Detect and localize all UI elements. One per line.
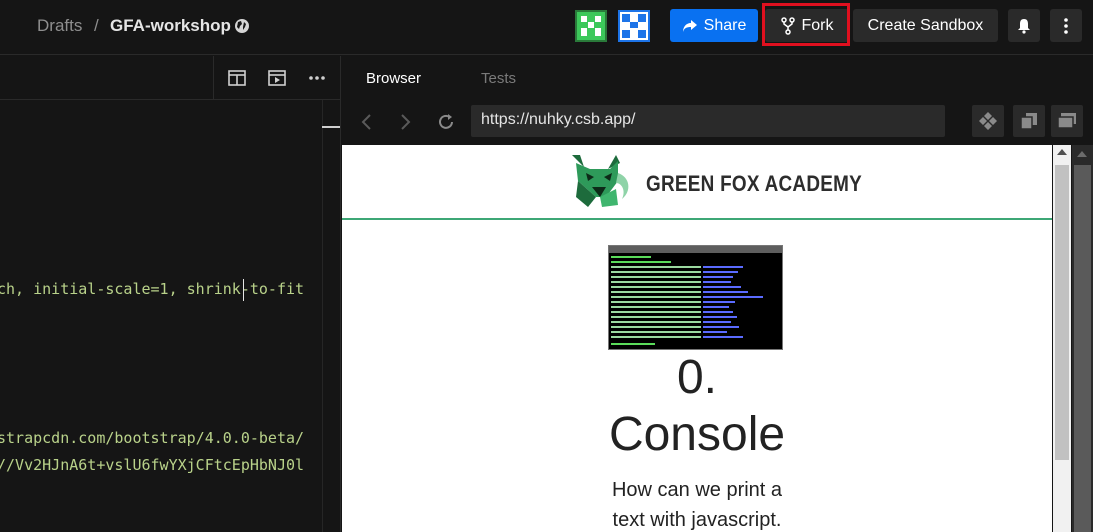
scroll-up-arrow-icon[interactable] bbox=[1077, 151, 1087, 157]
notifications-button[interactable] bbox=[1008, 9, 1040, 42]
share-button[interactable]: Share bbox=[670, 9, 758, 42]
scroll-up-arrow-icon[interactable] bbox=[1057, 149, 1067, 155]
preview-scrollbar[interactable] bbox=[1053, 145, 1071, 532]
lesson-description: How can we print a text with javascript. bbox=[597, 475, 797, 532]
code-line: //Vv2HJnA6t+vslU6fwYXjCFtcEpHbNJ0l bbox=[0, 456, 305, 474]
tab-browser[interactable]: Browser bbox=[366, 70, 421, 87]
lesson-title: Console bbox=[608, 408, 786, 461]
create-sandbox-button[interactable]: Create Sandbox bbox=[853, 9, 998, 42]
bell-icon bbox=[1018, 18, 1030, 34]
code-line: ch, initial-scale=1, shrink-to-fit bbox=[0, 280, 305, 298]
description-line-2: text with javascript. bbox=[612, 509, 782, 531]
green-fox-logo bbox=[572, 155, 629, 207]
more-vertical-icon bbox=[1064, 17, 1068, 34]
more-menu-button[interactable] bbox=[1050, 9, 1082, 42]
refresh-icon[interactable] bbox=[436, 112, 456, 132]
description-line-1: How can we print a bbox=[611, 479, 783, 501]
lesson-number: 0. bbox=[676, 351, 718, 404]
split-view-icon[interactable] bbox=[227, 68, 247, 88]
terminal-output-graphic bbox=[611, 256, 763, 345]
globe-icon[interactable] bbox=[234, 18, 250, 34]
breadcrumb-drafts[interactable]: Drafts bbox=[37, 16, 82, 36]
copy-window-icon bbox=[1020, 113, 1037, 130]
more-horizontal-icon[interactable] bbox=[307, 68, 327, 88]
sandbox-name[interactable]: GFA-workshop bbox=[110, 16, 231, 36]
tab-tests[interactable]: Tests bbox=[481, 70, 516, 87]
terminal-titlebar bbox=[609, 246, 782, 253]
fork-highlight-box bbox=[762, 3, 850, 46]
panel-scrollbar[interactable] bbox=[1072, 145, 1093, 532]
code-line: strapcdn.com/bootstrap/4.0.0-beta/ bbox=[0, 429, 305, 447]
url-input[interactable]: https://nuhky.csb.app/ bbox=[471, 105, 945, 137]
editor-gutter-line bbox=[322, 100, 323, 532]
back-arrow-icon[interactable] bbox=[357, 112, 377, 132]
editor-scroll-marker[interactable] bbox=[322, 126, 340, 128]
top-bar: Drafts / GFA-workshop Share Fork Create … bbox=[0, 0, 1093, 55]
layout-button[interactable] bbox=[1051, 105, 1083, 137]
code-editor[interactable]: ch, initial-scale=1, shrink-to-fit strap… bbox=[0, 56, 340, 532]
avatar-1[interactable] bbox=[575, 10, 607, 42]
editor-toolbar bbox=[0, 56, 340, 100]
breadcrumb-separator: / bbox=[94, 16, 99, 35]
share-label: Share bbox=[703, 16, 747, 34]
share-icon bbox=[682, 19, 697, 32]
forward-arrow-icon[interactable] bbox=[395, 112, 415, 132]
terminal-screenshot bbox=[608, 245, 783, 350]
brand-name: GREEN FOX ACADEMY bbox=[646, 171, 863, 196]
devtools-button[interactable] bbox=[972, 105, 1004, 137]
open-new-window-button[interactable] bbox=[1013, 105, 1045, 137]
panel-scroll-thumb[interactable] bbox=[1074, 165, 1091, 532]
preview-scroll-thumb[interactable] bbox=[1055, 165, 1069, 460]
stacked-windows-icon bbox=[1057, 113, 1076, 129]
text-cursor bbox=[243, 279, 244, 301]
diamond-grid-icon bbox=[979, 112, 997, 130]
site-header: GREEN FOX ACADEMY bbox=[342, 145, 1052, 220]
avatar-2[interactable] bbox=[618, 10, 650, 42]
preview-frame[interactable]: GREEN FOX ACADEMY 0. Console How can we … bbox=[342, 145, 1052, 532]
toolbar-divider bbox=[213, 56, 214, 100]
preview-window-icon[interactable] bbox=[267, 68, 287, 88]
